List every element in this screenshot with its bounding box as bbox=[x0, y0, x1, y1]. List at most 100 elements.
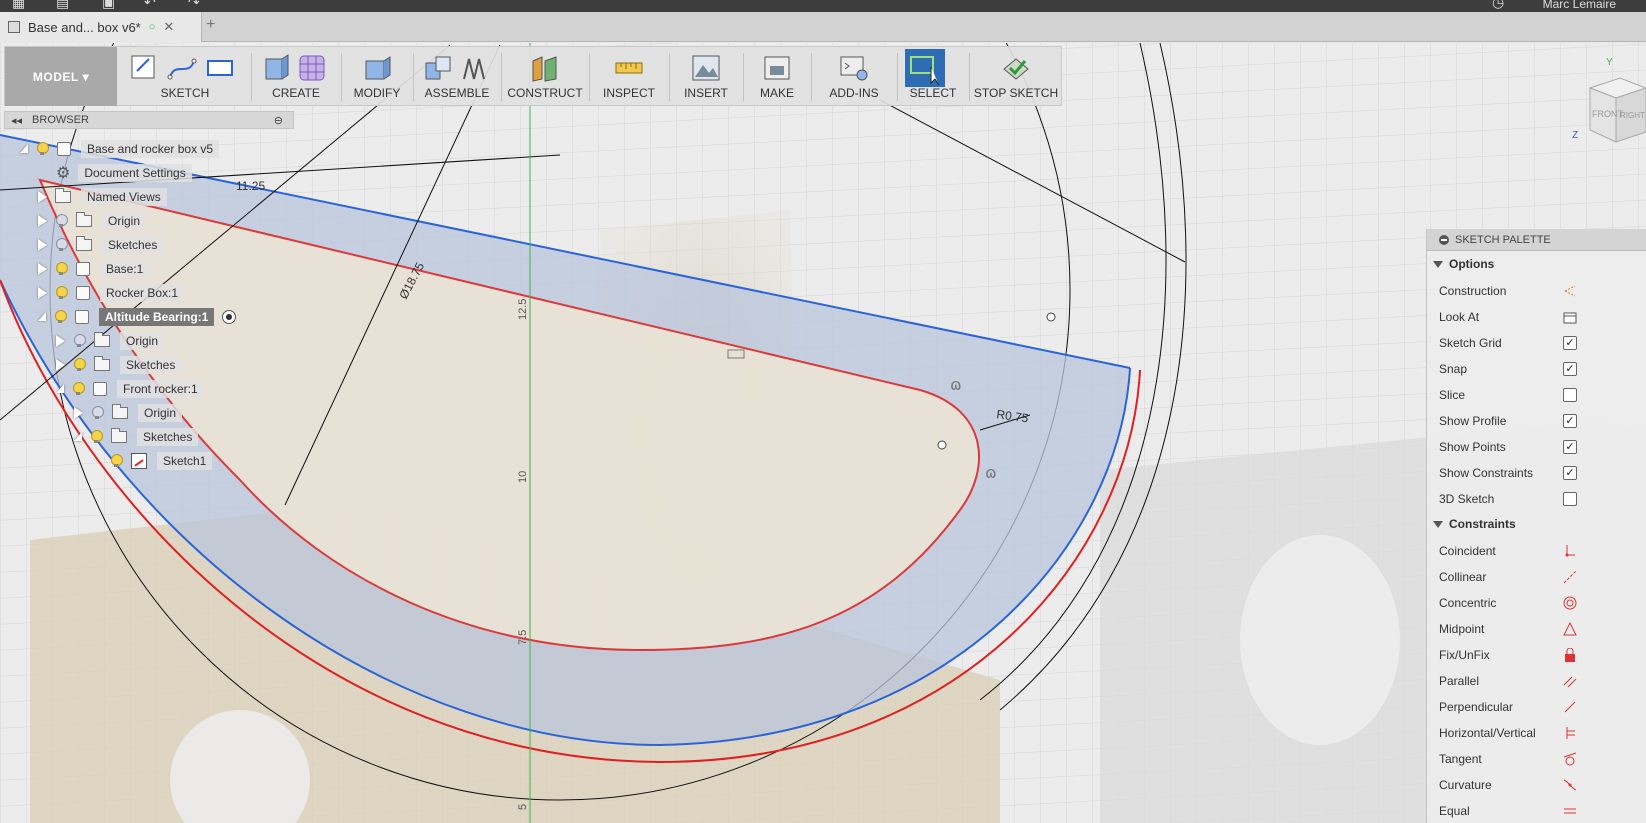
press-pull-icon[interactable] bbox=[362, 53, 392, 83]
constraint-horizontal-vertical[interactable]: Horizontal/Vertical bbox=[1439, 721, 1639, 745]
sketch-point[interactable] bbox=[937, 440, 947, 450]
undo-icon[interactable]: ↶ bbox=[144, 0, 156, 11]
expand-arrow-icon[interactable] bbox=[56, 358, 65, 371]
tree-node-sketches-sub[interactable]: Sketches bbox=[56, 354, 182, 375]
constraint-coincident[interactable]: Coincident bbox=[1439, 539, 1639, 563]
create-sketch-icon[interactable] bbox=[129, 53, 159, 83]
constraint-curvature[interactable]: Curvature bbox=[1439, 773, 1639, 797]
collapse-arrow-icon[interactable] bbox=[38, 312, 46, 321]
stop-sketch-button[interactable]: STOP SKETCH bbox=[971, 47, 1061, 106]
visibility-bulb-icon[interactable] bbox=[55, 237, 68, 252]
tree-node-altitude-bearing[interactable]: Altitude Bearing:1 bbox=[38, 306, 237, 327]
tree-node-sketches[interactable]: Sketches bbox=[38, 234, 164, 255]
tree-node-origin[interactable]: Origin bbox=[38, 210, 147, 231]
file-menu-icon[interactable]: ▤ bbox=[56, 0, 69, 11]
document-tab[interactable]: Base and... box v6* ○ ✕ bbox=[0, 12, 202, 42]
horizontal-vertical-icon[interactable] bbox=[1563, 726, 1577, 740]
insert-menu[interactable]: INSERT bbox=[671, 47, 741, 106]
sketch-point[interactable] bbox=[1046, 312, 1056, 322]
option-show-profile[interactable]: Show Profile ✓ bbox=[1439, 409, 1639, 433]
visibility-bulb-icon[interactable] bbox=[91, 405, 104, 420]
apps-grid-icon[interactable]: ▦ bbox=[12, 0, 25, 11]
options-section-toggle[interactable]: Options bbox=[1433, 257, 1494, 271]
expand-arrow-icon[interactable] bbox=[38, 238, 47, 251]
expand-arrow-icon[interactable] bbox=[38, 262, 47, 275]
form-icon[interactable] bbox=[297, 53, 327, 83]
visibility-bulb-icon[interactable] bbox=[55, 285, 68, 300]
constraint-midpoint[interactable]: Midpoint bbox=[1439, 617, 1639, 641]
look-at-icon[interactable] bbox=[1563, 310, 1577, 324]
expand-arrow-icon[interactable] bbox=[38, 286, 47, 299]
option-3d-sketch[interactable]: 3D Sketch bbox=[1439, 487, 1639, 511]
sketch-grid-checkbox[interactable]: ✓ bbox=[1563, 336, 1577, 350]
sketch-menu[interactable]: SKETCH bbox=[121, 47, 249, 106]
tree-node-sketches-sub2[interactable]: Sketches bbox=[74, 426, 199, 447]
visibility-bulb-icon[interactable] bbox=[36, 141, 49, 156]
workspace-switcher[interactable]: MODEL ▾ bbox=[5, 47, 117, 106]
tangent-icon[interactable] bbox=[1563, 752, 1577, 766]
visibility-bulb-icon[interactable] bbox=[73, 357, 86, 372]
slice-checkbox[interactable] bbox=[1563, 388, 1577, 402]
line-icon[interactable] bbox=[167, 53, 197, 83]
rectangle-icon[interactable] bbox=[205, 53, 235, 83]
visibility-bulb-icon[interactable] bbox=[54, 309, 67, 324]
constraint-perpendicular[interactable]: Perpendicular bbox=[1439, 695, 1639, 719]
3d-print-icon[interactable] bbox=[762, 53, 792, 83]
constraint-concentric[interactable]: Concentric bbox=[1439, 591, 1639, 615]
visibility-bulb-icon[interactable] bbox=[72, 381, 85, 396]
collinear-icon[interactable] bbox=[1563, 570, 1577, 584]
scripts-icon[interactable] bbox=[839, 53, 869, 83]
curvature-icon[interactable] bbox=[1563, 778, 1577, 792]
tree-node-root[interactable]: Base and rocker box v5 bbox=[20, 138, 220, 159]
option-construction[interactable]: Construction bbox=[1439, 279, 1639, 303]
constraints-section-toggle[interactable]: Constraints bbox=[1433, 517, 1516, 531]
constraint-collinear[interactable]: Collinear bbox=[1439, 565, 1639, 589]
joint-icon[interactable] bbox=[459, 53, 489, 83]
insert-image-icon[interactable] bbox=[691, 53, 721, 83]
expand-arrow-icon[interactable] bbox=[38, 190, 47, 203]
expand-arrow-icon[interactable] bbox=[74, 406, 83, 419]
tree-node-sketch1[interactable]: Sketch1 bbox=[110, 450, 213, 471]
browser-minimize-icon[interactable]: ⊖ bbox=[274, 114, 283, 127]
3d-sketch-checkbox[interactable] bbox=[1563, 492, 1577, 506]
tangent-constraint-glyph[interactable]: ɷ bbox=[950, 375, 962, 394]
tree-node-front-rocker[interactable]: Front rocker:1 bbox=[56, 378, 204, 399]
constraint-parallel[interactable]: Parallel bbox=[1439, 669, 1639, 693]
collapse-arrow-icon[interactable] bbox=[56, 384, 64, 393]
assemble-menu[interactable]: ASSEMBLE bbox=[415, 47, 499, 106]
constraint-fix-unfix[interactable]: Fix/UnFix bbox=[1439, 643, 1639, 667]
redo-icon[interactable]: ↷ bbox=[188, 0, 200, 11]
new-tab-button[interactable]: + bbox=[206, 16, 215, 34]
construct-menu[interactable]: CONSTRUCT bbox=[503, 47, 587, 106]
collapse-arrow-icon[interactable] bbox=[20, 144, 28, 153]
select-icon[interactable] bbox=[905, 49, 945, 87]
construction-icon[interactable] bbox=[1563, 284, 1577, 298]
tree-node-named-views[interactable]: Named Views bbox=[38, 186, 167, 207]
tree-node-origin-sub[interactable]: Origin bbox=[56, 330, 165, 351]
inspect-menu[interactable]: INSPECT bbox=[591, 47, 667, 106]
tree-node-document-settings[interactable]: ⚙ Document Settings bbox=[36, 162, 192, 183]
make-menu[interactable]: MAKE bbox=[745, 47, 809, 106]
equal-icon[interactable] bbox=[1563, 804, 1577, 818]
visibility-bulb-icon[interactable] bbox=[110, 453, 123, 468]
constraint-equal[interactable]: Equal bbox=[1439, 799, 1639, 823]
concentric-icon[interactable] bbox=[1563, 596, 1577, 610]
measure-icon[interactable] bbox=[614, 53, 644, 83]
tangent-constraint-glyph[interactable]: ɷ bbox=[985, 463, 997, 482]
tree-node-origin-sub2[interactable]: Origin bbox=[74, 402, 183, 423]
expand-arrow-icon[interactable] bbox=[56, 334, 65, 347]
collapse-arrow-icon[interactable] bbox=[74, 432, 82, 441]
tree-node-base[interactable]: Base:1 bbox=[38, 258, 150, 279]
stop-sketch-icon[interactable] bbox=[1001, 53, 1031, 83]
visibility-bulb-icon[interactable] bbox=[55, 261, 68, 276]
create-menu[interactable]: CREATE bbox=[253, 47, 339, 106]
lock-icon[interactable] bbox=[1563, 647, 1577, 662]
coincident-icon[interactable] bbox=[1563, 544, 1577, 558]
close-tab-button[interactable]: ✕ bbox=[163, 19, 174, 35]
select-menu[interactable]: SELECT bbox=[899, 47, 967, 106]
visibility-bulb-icon[interactable] bbox=[73, 333, 86, 348]
midpoint-icon[interactable] bbox=[1563, 621, 1577, 636]
save-icon[interactable]: ▣ bbox=[102, 0, 115, 11]
constraint-tangent[interactable]: Tangent bbox=[1439, 747, 1639, 771]
minimize-palette-icon[interactable] bbox=[1439, 234, 1449, 245]
